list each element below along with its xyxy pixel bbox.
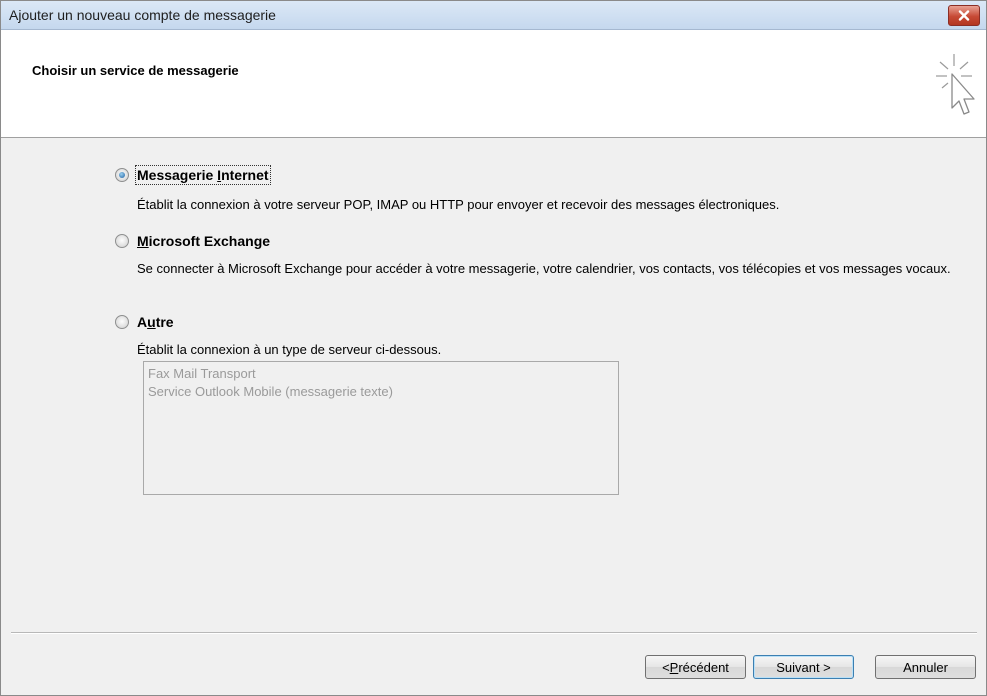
wizard-header: Choisir un service de messagerie (1, 30, 986, 138)
close-icon (958, 10, 970, 21)
option-description-internet: Établit la connexion à votre serveur POP… (137, 197, 780, 212)
page-title: Choisir un service de messagerie (32, 63, 239, 78)
next-button[interactable]: Suivant > (753, 655, 854, 679)
close-button[interactable] (948, 5, 980, 26)
radio-button[interactable] (115, 234, 129, 248)
option-label-autre: Autre (137, 314, 174, 330)
wizard-cursor-icon (936, 54, 975, 115)
dialog-window: Ajouter un nouveau compte de messagerie … (0, 0, 987, 696)
radio-autre[interactable]: Autre (115, 314, 174, 330)
option-description-autre: Établit la connexion à un type de serveu… (137, 342, 442, 357)
radio-button[interactable] (115, 315, 129, 329)
list-item[interactable]: Fax Mail Transport (148, 365, 614, 383)
option-label-exchange: Microsoft Exchange (137, 233, 271, 249)
radio-microsoft-exchange[interactable]: Microsoft Exchange (115, 233, 270, 249)
server-type-list[interactable]: Fax Mail Transport Service Outlook Mobil… (143, 361, 619, 495)
title-bar[interactable]: Ajouter un nouveau compte de messagerie (1, 1, 986, 30)
back-button[interactable]: < Précédent (645, 655, 746, 679)
option-label-internet: Messagerie Internet (135, 165, 271, 185)
radio-messagerie-internet[interactable]: Messagerie Internet (115, 165, 271, 185)
option-description-exchange: Se connecter à Microsoft Exchange pour a… (137, 261, 951, 276)
window-title: Ajouter un nouveau compte de messagerie (9, 7, 276, 23)
cancel-button[interactable]: Annuler (875, 655, 976, 679)
list-item[interactable]: Service Outlook Mobile (messagerie texte… (148, 383, 614, 401)
radio-button-selected[interactable] (115, 168, 129, 182)
footer-divider (11, 632, 977, 634)
